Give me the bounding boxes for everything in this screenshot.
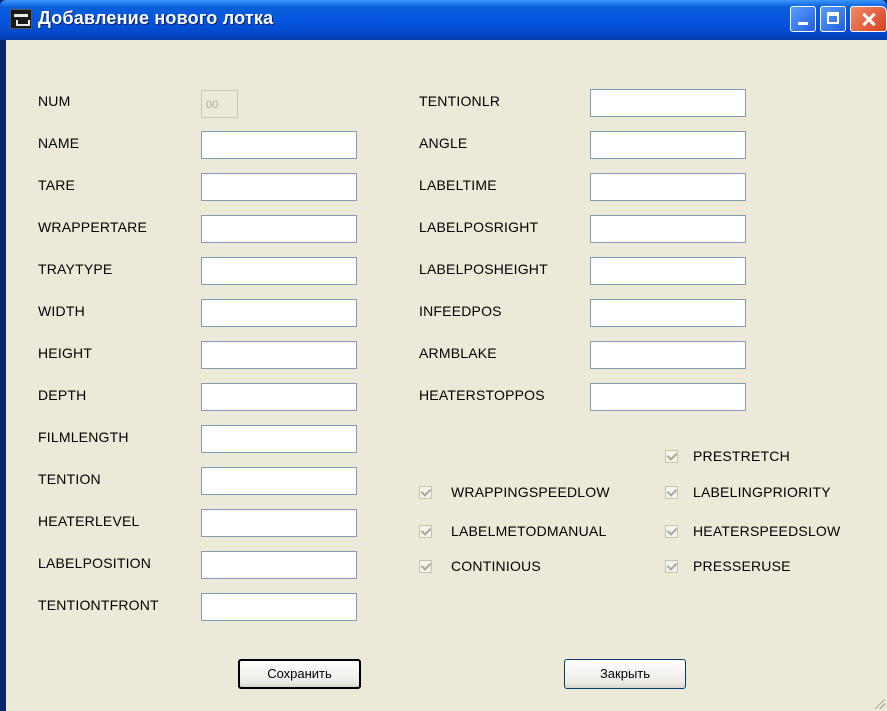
labelingpriority-checkbox[interactable] bbox=[665, 486, 678, 499]
label-depth: DEPTH bbox=[38, 387, 87, 403]
name-field[interactable] bbox=[201, 131, 357, 159]
labelmetodmanual-label: LABELMETODMANUAL bbox=[451, 523, 607, 539]
label-height: HEIGHT bbox=[38, 345, 93, 361]
label-angle: ANGLE bbox=[419, 135, 468, 151]
label-labelposition: LABELPOSITION bbox=[38, 555, 152, 571]
prestretch-label: PRESTRETCH bbox=[693, 448, 790, 464]
dialog-window: Добавление нового лотка NUM NAME TARE WR… bbox=[0, 0, 887, 711]
depth-field[interactable] bbox=[201, 383, 357, 411]
app-icon bbox=[10, 9, 32, 29]
title-bar[interactable]: Добавление нового лотка bbox=[0, 0, 887, 40]
heaterspeedslow-label: HEATERSPEEDSLOW bbox=[693, 523, 841, 539]
close-button[interactable]: Закрыть bbox=[564, 659, 686, 689]
labelingpriority-label: LABELINGPRIORITY bbox=[693, 484, 831, 500]
traytype-field[interactable] bbox=[201, 257, 357, 285]
tentionlr-field[interactable] bbox=[590, 89, 746, 117]
labelposright-field[interactable] bbox=[590, 215, 746, 243]
width-field[interactable] bbox=[201, 299, 357, 327]
heaterlevel-field[interactable] bbox=[201, 509, 357, 537]
labelposheight-field[interactable] bbox=[590, 257, 746, 285]
label-labelposright: LABELPOSRIGHT bbox=[419, 219, 539, 235]
label-armblake: ARMBLAKE bbox=[419, 345, 497, 361]
presseruse-label: PRESSERUSE bbox=[693, 558, 791, 574]
armblake-field[interactable] bbox=[590, 341, 746, 369]
label-tentionlr: TENTIONLR bbox=[419, 93, 501, 109]
label-labelposheight: LABELPOSHEIGHT bbox=[419, 261, 548, 277]
label-tentiontfront: TENTIONTFRONT bbox=[38, 597, 159, 613]
num-field bbox=[201, 90, 238, 118]
tention-field[interactable] bbox=[201, 467, 357, 495]
heaterstoppos-field[interactable] bbox=[590, 383, 746, 411]
labelmetodmanual-checkbox[interactable] bbox=[419, 525, 432, 538]
label-heaterstoppos: HEATERSTOPPOS bbox=[419, 387, 545, 403]
label-wrappertare: WRAPPERTARE bbox=[38, 219, 148, 235]
labeltime-field[interactable] bbox=[590, 173, 746, 201]
label-infeedpos: INFEEDPOS bbox=[419, 303, 502, 319]
label-filmlength: FILMLENGTH bbox=[38, 429, 129, 445]
window-title: Добавление нового лотка bbox=[38, 8, 274, 28]
continious-checkbox[interactable] bbox=[419, 560, 432, 573]
wrappertare-field[interactable] bbox=[201, 215, 357, 243]
label-labeltime: LABELTIME bbox=[419, 177, 497, 193]
wrappingspeedlow-checkbox[interactable] bbox=[419, 486, 432, 499]
angle-field[interactable] bbox=[590, 131, 746, 159]
labelposition-field[interactable] bbox=[201, 551, 357, 579]
tare-field[interactable] bbox=[201, 173, 357, 201]
save-button[interactable]: Сохранить bbox=[238, 659, 361, 689]
heaterspeedslow-checkbox[interactable] bbox=[665, 525, 678, 538]
dialog-body: NUM NAME TARE WRAPPERTARE TRAYTYPE WIDTH… bbox=[6, 40, 887, 711]
resize-grip[interactable] bbox=[873, 697, 885, 709]
close-window-button[interactable] bbox=[850, 6, 887, 32]
minimize-button[interactable] bbox=[790, 6, 816, 32]
maximize-button[interactable] bbox=[820, 6, 846, 32]
infeedpos-field[interactable] bbox=[590, 299, 746, 327]
continious-label: CONTINIOUS bbox=[451, 558, 541, 574]
label-width: WIDTH bbox=[38, 303, 85, 319]
label-traytype: TRAYTYPE bbox=[38, 261, 113, 277]
label-tention: TENTION bbox=[38, 471, 101, 487]
label-name: NAME bbox=[38, 135, 80, 151]
tentiontfront-field[interactable] bbox=[201, 593, 357, 621]
height-field[interactable] bbox=[201, 341, 357, 369]
wrappingspeedlow-label: WRAPPINGSPEEDLOW bbox=[451, 484, 610, 500]
label-num: NUM bbox=[38, 93, 71, 109]
label-heaterlevel: HEATERLEVEL bbox=[38, 513, 140, 529]
presseruse-checkbox[interactable] bbox=[665, 560, 678, 573]
prestretch-checkbox[interactable] bbox=[665, 450, 678, 463]
filmlength-field[interactable] bbox=[201, 425, 357, 453]
label-tare: TARE bbox=[38, 177, 76, 193]
